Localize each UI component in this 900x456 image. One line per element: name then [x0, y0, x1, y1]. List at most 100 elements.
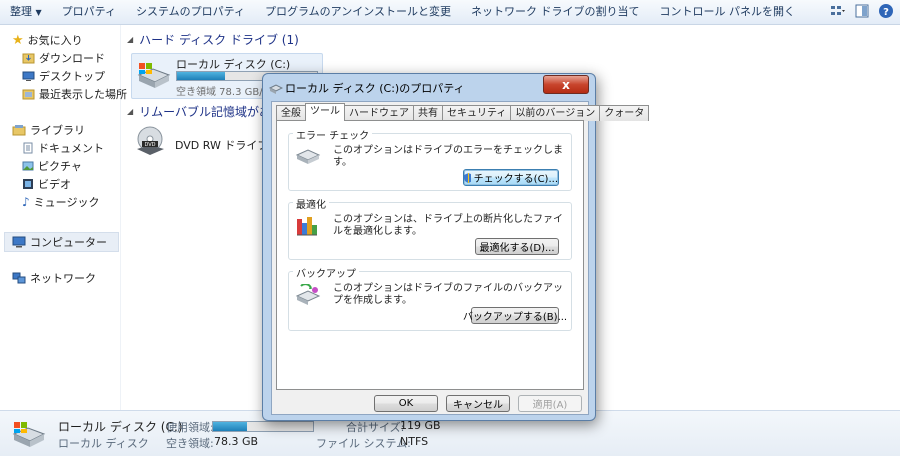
help-icon[interactable]: ?: [878, 3, 894, 19]
defrag-icon: [297, 217, 317, 236]
open-control-panel-button[interactable]: コントロール パネルを開く: [650, 0, 806, 24]
tab-general[interactable]: 全般: [276, 105, 306, 121]
network-icon: [12, 272, 26, 284]
nav-music-label: ミュージック: [33, 196, 100, 209]
nav-videos[interactable]: ビデオ: [22, 175, 71, 193]
svg-text:?: ?: [883, 7, 889, 18]
nav-recent-places[interactable]: 最近表示した場所: [22, 85, 127, 103]
local-disk-free: 空き領域 78.3 GB/11: [176, 87, 276, 98]
tab-security[interactable]: セキュリティ: [442, 105, 512, 121]
map-network-drive-button[interactable]: ネットワーク ドライブの割り当て: [461, 0, 650, 24]
backup-icon: [295, 284, 321, 305]
optimize-group: 最適化 このオプションは、ドライブ上の断片化したファイルを最適化します。 最適化…: [288, 196, 572, 260]
nav-favorites-label: お気に入り: [27, 34, 83, 47]
close-button[interactable]: x: [543, 75, 589, 94]
command-bar: 整理 ▼ プロパティ システムのプロパティ プログラムのアンインストールと変更 …: [0, 0, 900, 25]
dialog-body: 全般 ツール ハードウェア 共有 セキュリティ 以前のバージョン クォータ エラ…: [271, 101, 650, 415]
apply-button[interactable]: 適用(A): [518, 395, 582, 412]
tab-strip: 全般 ツール ハードウェア 共有 セキュリティ 以前のバージョン クォータ: [276, 103, 650, 121]
nav-music[interactable]: ♪ ミュージック: [22, 193, 99, 211]
nav-libraries[interactable]: ライブラリ: [12, 121, 85, 139]
shield-icon: [464, 172, 471, 183]
tools-panel: エラー チェック このオプションはドライブのエラーをチェックします。 チェックす…: [276, 120, 584, 390]
nav-desktop[interactable]: デスクトップ: [22, 67, 105, 85]
nav-desktop-label: デスクトップ: [39, 70, 105, 83]
documents-icon: [23, 142, 33, 154]
dvd-drive-icon: DVD: [137, 126, 164, 155]
nav-pictures-label: ピクチャ: [38, 160, 82, 173]
error-check-group: エラー チェック このオプションはドライブのエラーをチェックします。 チェックす…: [288, 127, 572, 191]
tab-quota[interactable]: クォータ: [599, 105, 650, 121]
chevron-down-icon: ▼: [35, 8, 42, 17]
system-properties-button[interactable]: システムのプロパティ: [126, 0, 255, 24]
optimize-button[interactable]: 最適化する(D)...: [475, 238, 559, 255]
hard-drive-icon: [137, 63, 171, 88]
nav-network-label: ネットワーク: [30, 272, 96, 285]
details-drive-type: ローカル ディスク: [58, 437, 149, 450]
ok-button[interactable]: OK: [374, 395, 438, 412]
nav-downloads-label: ダウンロード: [39, 52, 105, 65]
hdd-group-header[interactable]: ◢ ハード ディスク ドライブ (1): [127, 31, 299, 48]
properties-button[interactable]: プロパティ: [52, 0, 126, 24]
backup-label: バックアップ: [293, 265, 359, 280]
backup-button[interactable]: バックアップする(B)...: [463, 307, 567, 324]
cancel-button[interactable]: キャンセル: [446, 395, 510, 412]
local-disk-usage-fill: [177, 72, 225, 80]
desktop-icon: [22, 71, 35, 81]
details-free-value: 78.3 GB: [214, 435, 259, 448]
dvd-drive-tile[interactable]: DVD DVD RW ドライブ (E: [131, 125, 283, 163]
navigation-pane: ★ お気に入り ダウンロード デスクトップ 最近表示した場所 ライブラリ ドキュメ…: [0, 25, 127, 410]
nav-computer[interactable]: コンピューター: [12, 233, 107, 251]
error-check-description: このオプションはドライブのエラーをチェックします。: [333, 145, 563, 168]
tab-sharing[interactable]: 共有: [413, 105, 443, 121]
nav-pictures[interactable]: ピクチャ: [22, 157, 82, 175]
details-used-label: 使用領域:: [166, 421, 214, 434]
details-free-label: 空き領域:: [166, 437, 214, 450]
backup-button-label: バックアップする(B)...: [462, 312, 568, 323]
hdd-group-label: ハード ディスク ドライブ (1): [139, 33, 299, 47]
music-note-icon: ♪: [22, 195, 30, 209]
hard-drive-icon: [12, 422, 46, 447]
drive-title-icon: [269, 84, 283, 94]
optimize-button-label: 最適化する(D)...: [479, 243, 555, 254]
details-usage-fill: [213, 422, 247, 431]
properties-dialog: ローカル ディスク (C:)のプロパティ x 全般 ツール ハードウェア 共有 …: [262, 73, 650, 421]
svg-text:DVD: DVD: [144, 142, 155, 148]
nav-downloads[interactable]: ダウンロード: [22, 49, 105, 67]
removable-group-header[interactable]: ◢ リムーバブル記憶域があ: [127, 103, 271, 120]
details-usage-bar: [212, 421, 314, 432]
tab-previous-versions[interactable]: 以前のバージョン: [510, 105, 601, 121]
uninstall-program-button[interactable]: プログラムのアンインストールと変更: [255, 0, 461, 24]
star-icon: ★: [12, 32, 24, 48]
apply-label: 適用(A): [532, 400, 568, 411]
close-icon: x: [562, 77, 570, 92]
details-total-label: 合計サイズ:: [346, 421, 405, 434]
dialog-title: ローカル ディスク (C:)のプロパティ: [285, 82, 465, 95]
optimize-label: 最適化: [293, 196, 329, 211]
tab-tools[interactable]: ツール: [305, 103, 345, 121]
nav-computer-label: コンピューター: [30, 236, 107, 249]
nav-network[interactable]: ネットワーク: [12, 269, 96, 287]
local-disk-name: ローカル ディスク (C:): [176, 58, 291, 71]
collapse-triangle-icon: ◢: [127, 107, 134, 116]
downloads-folder-icon: [22, 53, 35, 64]
nav-libraries-label: ライブラリ: [30, 124, 85, 137]
nav-documents[interactable]: ドキュメント: [22, 139, 104, 157]
nav-favorites[interactable]: ★ お気に入り: [12, 31, 83, 49]
details-fs-value: NTFS: [400, 435, 429, 448]
optimize-description: このオプションは、ドライブ上の断片化したファイルを最適化します。: [333, 214, 563, 237]
libraries-icon: [12, 125, 26, 136]
removable-group-label: リムーバブル記憶域があ: [139, 105, 272, 119]
check-now-button[interactable]: チェックする(C)...: [463, 169, 559, 186]
backup-group: バックアップ このオプションはドライブのファイルのバックアップを作成します。 バ…: [288, 265, 572, 331]
view-options-icon[interactable]: [830, 3, 846, 19]
details-drive-name: ローカル ディスク (C:): [58, 420, 183, 434]
cancel-label: キャンセル: [453, 400, 503, 411]
tab-hardware[interactable]: ハードウェア: [344, 105, 414, 121]
ok-label: OK: [398, 398, 414, 409]
videos-icon: [23, 179, 33, 189]
preview-pane-icon[interactable]: [854, 3, 870, 19]
backup-description: このオプションはドライブのファイルのバックアップを作成します。: [333, 283, 563, 306]
organize-menu[interactable]: 整理 ▼: [0, 0, 52, 24]
error-check-label: エラー チェック: [293, 127, 373, 142]
